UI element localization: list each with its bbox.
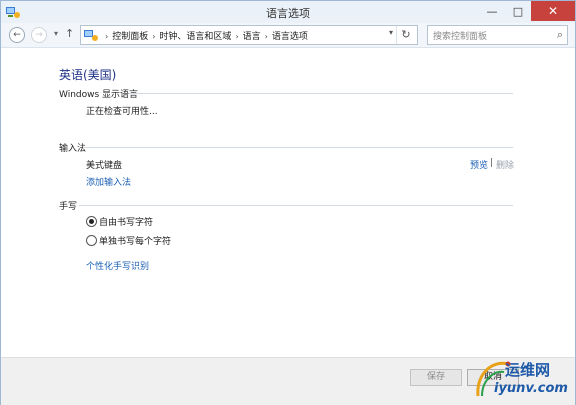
radio-freeform-label[interactable]: 自由书写字符: [99, 215, 153, 228]
display-language-status: 正在检查可用性...: [86, 107, 158, 117]
section-handwriting-heading: 手写: [59, 202, 78, 212]
language-title: 英语(美国): [59, 68, 117, 82]
control-panel-icon: [84, 30, 98, 41]
link-divider: |: [490, 158, 494, 168]
refresh-icon[interactable]: ↻: [396, 26, 415, 44]
section-divider: [129, 93, 513, 94]
section-divider: [83, 147, 513, 148]
save-button[interactable]: 保存: [410, 369, 462, 386]
preview-link[interactable]: 预览: [470, 158, 488, 171]
breadcrumb-control-panel[interactable]: 控制面板: [112, 32, 148, 42]
search-input[interactable]: 搜索控制面板 ⌕: [427, 25, 568, 45]
back-button[interactable]: ←: [9, 27, 25, 43]
address-bar[interactable]: › 控制面板 › 时钟、语言和区域 › 语言 › 语言选项 ▾ ↻: [80, 25, 418, 45]
main-content: 英语(美国) Windows 显示语言 正在检查可用性... 输入法 美式键盘 …: [1, 48, 575, 356]
navigation-bar: ← → ▾ ↑ › 控制面板 › 时钟、语言和区域 › 语言 › 语言选项 ▾ ↻ 搜索控制面…: [1, 23, 575, 48]
chevron-right-icon[interactable]: ›: [105, 32, 108, 41]
chevron-right-icon[interactable]: ›: [235, 32, 238, 41]
up-button[interactable]: ↑: [65, 27, 74, 40]
breadcrumb-language[interactable]: 语言: [243, 32, 261, 42]
forward-button[interactable]: →: [31, 27, 47, 43]
recent-locations-icon[interactable]: ▾: [54, 29, 58, 38]
personalize-handwriting-link[interactable]: 个性化手写识别: [86, 259, 149, 272]
section-input-method-heading: 输入法: [59, 144, 87, 154]
radio-single-char[interactable]: [86, 235, 97, 246]
maximize-button[interactable]: □: [505, 1, 531, 21]
language-options-window: 语言选项 — □ ✕ ← → ▾ ↑ › 控制面板 › 时钟、语言和区域 › 语言 › 语言选…: [0, 0, 576, 405]
section-divider: [79, 205, 513, 206]
add-input-method-link[interactable]: 添加输入法: [86, 175, 131, 188]
address-dropdown-icon[interactable]: ▾: [389, 28, 393, 37]
radio-freeform[interactable]: [86, 216, 97, 227]
search-placeholder: 搜索控制面板: [433, 32, 488, 42]
title-bar: 语言选项 — □ ✕: [1, 1, 575, 23]
watermark-url: iyunv.com: [494, 381, 568, 396]
section-display-language-heading: Windows 显示语言: [59, 90, 139, 100]
chevron-right-icon[interactable]: ›: [265, 32, 268, 41]
search-icon[interactable]: ⌕: [557, 28, 563, 42]
close-button[interactable]: ✕: [531, 1, 575, 21]
breadcrumb-language-options[interactable]: 语言选项: [272, 32, 308, 42]
breadcrumb: › 控制面板 › 时钟、语言和区域 › 语言 › 语言选项: [101, 29, 308, 42]
input-method-item: 美式键盘: [86, 161, 123, 171]
watermark-brand: 运维网: [505, 361, 551, 379]
breadcrumb-clock-language-region[interactable]: 时钟、语言和区域: [159, 32, 231, 42]
radio-single-char-label[interactable]: 单独书写每个字符: [99, 234, 171, 247]
minimize-button[interactable]: —: [479, 1, 505, 21]
chevron-right-icon[interactable]: ›: [152, 32, 155, 41]
remove-link[interactable]: 删除: [496, 158, 514, 171]
